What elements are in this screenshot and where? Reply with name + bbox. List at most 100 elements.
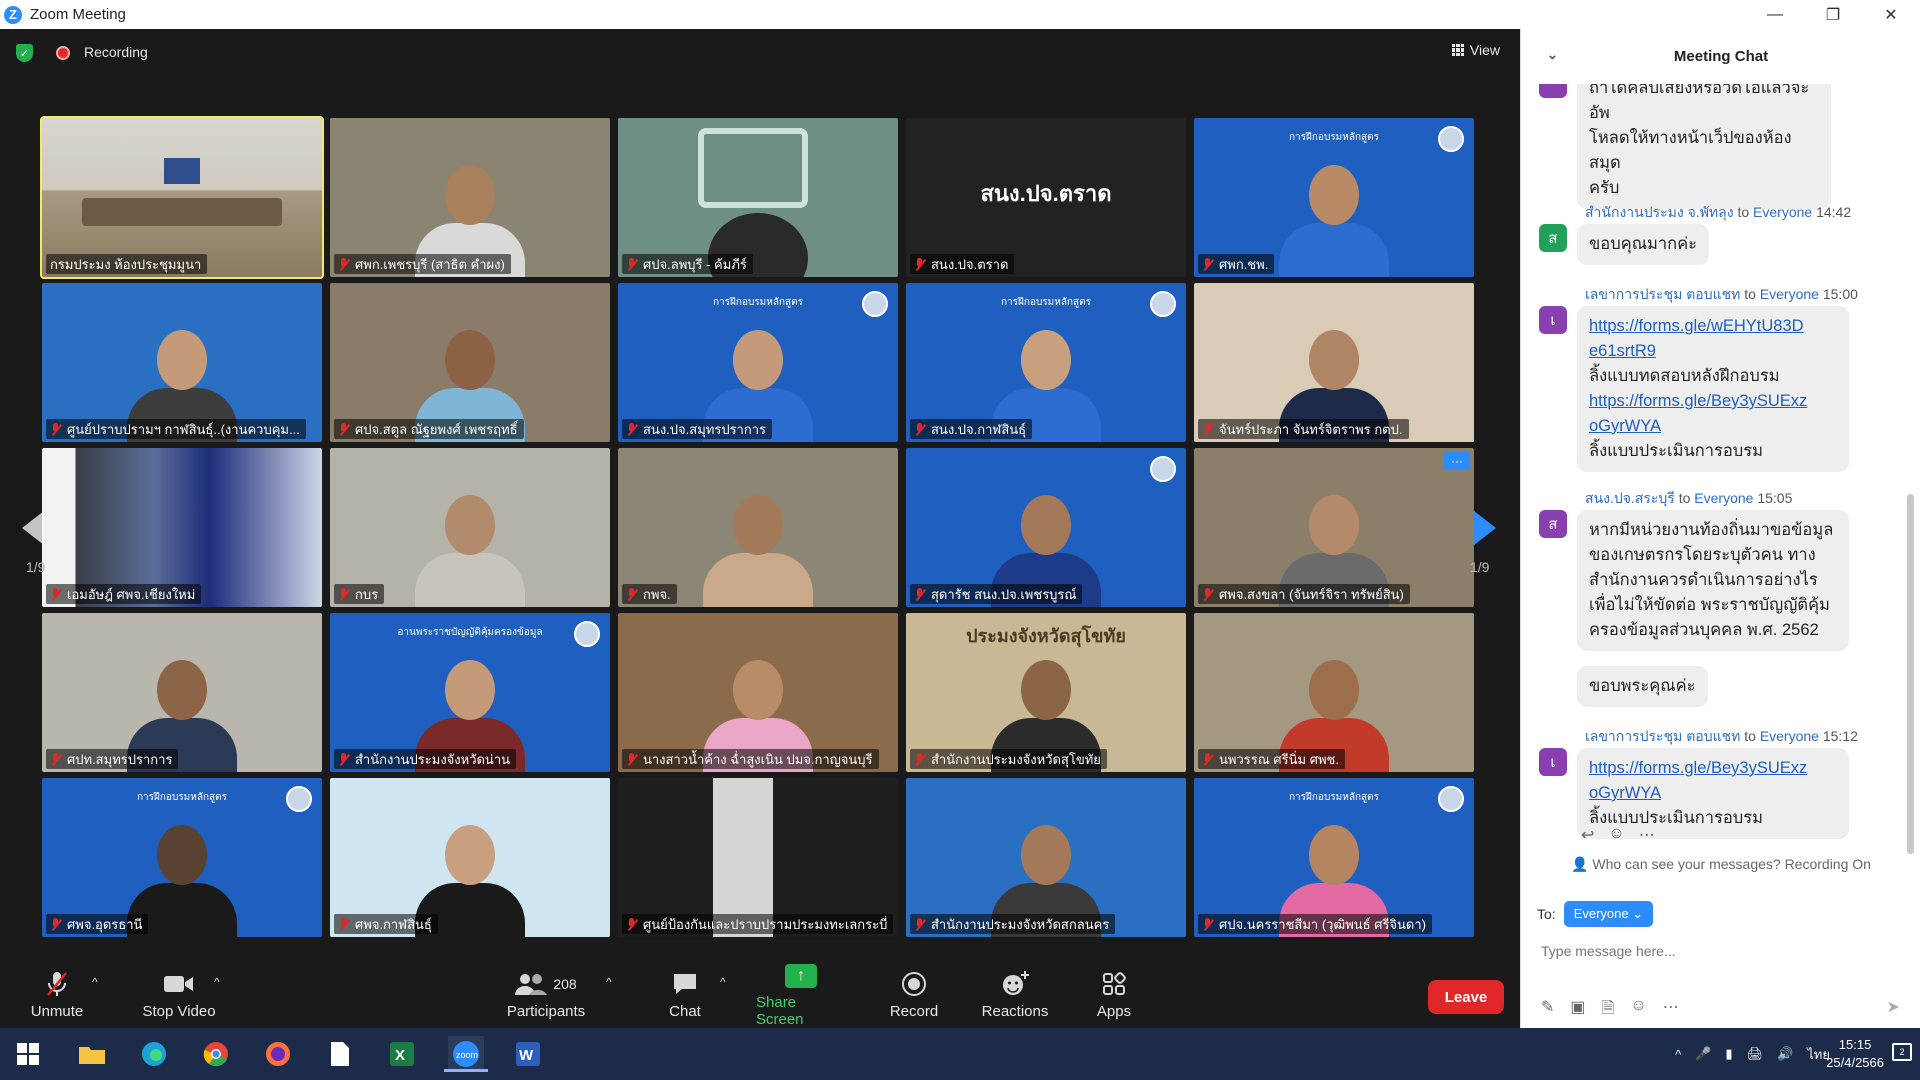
chat-messages[interactable]: ถ้าได้คลิปเสียงหรือวิดีโอแล้วจะอัพ โหลดใ… (1521, 84, 1920, 854)
participant-tile[interactable]: กพจ. (618, 448, 898, 607)
chat-button[interactable]: Chat (664, 961, 706, 1028)
video-options-caret-icon[interactable]: ^ (214, 975, 220, 989)
view-button[interactable]: View (1451, 42, 1500, 58)
microphone-tray-icon[interactable]: 🎤 (1695, 1046, 1711, 1062)
volume-icon[interactable]: 🔊 (1777, 1046, 1793, 1062)
participant-tile[interactable]: การฝึกอบรมหลักสูตร ศพก.ชพ. (1194, 118, 1474, 277)
participant-tile[interactable]: ศปท.สมุทรปราการ (42, 613, 322, 772)
collapse-chevron-icon[interactable]: ⌄ (1547, 47, 1558, 63)
participant-tile[interactable]: เอมอัษฎ์ ศพจ.เชียงใหม่ (42, 448, 322, 607)
participant-tile[interactable]: ··· ศพจ.สงขลา (จันทร์จิรา ทรัพย์สิน) (1194, 448, 1474, 607)
recipient-value: Everyone (1573, 906, 1629, 921)
recording-dot-icon (56, 46, 70, 60)
more-tools-icon[interactable]: ⋯ (1663, 997, 1679, 1024)
participant-tile[interactable]: ศพก.เพชรบุรี (สาธิต คำผง) (330, 118, 610, 277)
network-icon[interactable]: 🖨 (1747, 1046, 1764, 1062)
chat-scrollbar[interactable] (1907, 84, 1914, 854)
participant-tile[interactable]: ศพจ.กาฬสินธุ์ (330, 778, 610, 937)
participants-options-caret-icon[interactable]: ^ (606, 975, 612, 989)
file-attach-icon[interactable]: 🗎 (1602, 997, 1615, 1024)
more-options-icon[interactable]: ⋯ (1639, 825, 1655, 845)
muted-mic-icon (914, 752, 926, 766)
unmute-button[interactable]: Unmute (26, 961, 88, 1028)
document-app-icon[interactable] (322, 1036, 358, 1072)
security-shield-icon[interactable]: ✓ (16, 44, 33, 62)
record-button[interactable]: Record (888, 961, 940, 1028)
emblem-icon (1150, 456, 1176, 482)
battery-icon[interactable]: ▮ (1725, 1046, 1732, 1062)
apps-button[interactable]: Apps (1094, 961, 1134, 1028)
participant-tile[interactable]: กบร (330, 448, 610, 607)
recipient-dropdown[interactable]: Everyone ⌄ (1563, 901, 1654, 927)
form-link[interactable]: https://forms.gle/Bey3ySUExz (1589, 756, 1837, 781)
format-text-icon[interactable]: ✎ (1541, 997, 1554, 1024)
recipient-row: To: Everyone ⌄ (1537, 901, 1654, 927)
add-reaction-icon[interactable]: ☺ (1608, 825, 1624, 845)
participant-tile[interactable]: ศูนย์ปราบปรามฯ กาฬสินธุ์..(งานควบคุม... (42, 283, 322, 442)
tile-more-options-icon[interactable]: ··· (1444, 452, 1470, 470)
share-screen-label: Share Screen (756, 994, 804, 1028)
reactions-button[interactable]: Reactions (980, 961, 1050, 1028)
participant-name: ศพจ.อุดรธานี (67, 916, 143, 932)
participant-tile[interactable]: สุดารัช สนง.ปจ.เพชรบูรณ์ (906, 448, 1186, 607)
chat-options-caret-icon[interactable]: ^ (720, 975, 726, 989)
muted-mic-icon (1202, 422, 1214, 436)
participant-tile[interactable]: การฝึกอบรมหลักสูตร ศปจ.นครราชสีมา (วุฒิพน… (1194, 778, 1474, 937)
form-link[interactable]: oGyrWYA (1589, 781, 1837, 806)
participant-tile[interactable]: สนง.ปจ.ตราด สนง.ปจ.ตราด (906, 118, 1186, 277)
next-page-arrow-icon[interactable] (1474, 511, 1496, 545)
send-icon[interactable]: ➤ (1887, 997, 1900, 1017)
chrome-browser-icon[interactable] (198, 1036, 234, 1072)
chat-label: Chat (669, 1003, 701, 1020)
previous-page-arrow-icon[interactable] (22, 511, 44, 545)
participant-name-label: ศพจ.สงขลา (จันทร์จิรา ทรัพย์สิน) (1198, 584, 1410, 604)
chat-message-input[interactable] (1541, 931, 1901, 971)
screenshot-icon[interactable]: ▣ (1570, 997, 1585, 1024)
form-link[interactable]: e61srtR9 (1589, 339, 1837, 364)
windows-start-icon[interactable] (10, 1036, 46, 1072)
participant-tile[interactable]: นพวรรณ ศรีนิ่ม ศพช. (1194, 613, 1474, 772)
recording-label[interactable]: Recording (84, 44, 148, 60)
audio-options-caret-icon[interactable]: ^ (92, 975, 98, 989)
participants-button[interactable]: 208 Participants (506, 961, 586, 1028)
zoom-app-icon[interactable]: zoom (444, 1036, 488, 1072)
participant-tile[interactable]: กรมประมง ห้องประชุมมูนา (40, 116, 324, 279)
close-button[interactable]: ✕ (1862, 0, 1920, 29)
stop-video-button[interactable]: Stop Video (134, 961, 224, 1028)
message-visibility-note[interactable]: 👤 Who can see your messages? Recording O… (1521, 856, 1920, 873)
restore-button[interactable]: ❐ (1804, 0, 1862, 29)
form-link[interactable]: oGyrWYA (1589, 414, 1837, 439)
participant-tile[interactable]: ศูนย์ป้องกันและปราบปรามประมงทะเลกระบี่ (618, 778, 898, 937)
emoji-icon[interactable]: ☺ (1630, 997, 1646, 1024)
participant-tile[interactable]: การฝึกอบรมหลักสูตร สนง.ปจ.กาฬสินธุ์ (906, 283, 1186, 442)
participant-tile[interactable]: จันทร์ประภา จันทร์จิตราพร กตป. (1194, 283, 1474, 442)
message-line: ลิ้งแบบประเมินการอบรม (1589, 442, 1763, 460)
participant-tile[interactable]: การฝึกอบรมหลักสูตร ศพจ.อุดรธานี (42, 778, 322, 937)
participant-tile[interactable]: ศปจ.สตูล ณัฐยพงศ์ เพชรฤทธิ์ (330, 283, 610, 442)
firefox-browser-icon[interactable] (260, 1036, 296, 1072)
file-explorer-icon[interactable] (74, 1036, 110, 1072)
participant-tile[interactable]: อานพระราชบัญญัติคุ้มครองข้อมูล สำนักงานปร… (330, 613, 610, 772)
edge-browser-icon[interactable] (136, 1036, 172, 1072)
participant-name-label: ศพก.เพชรบุรี (สาธิต คำผง) (334, 254, 511, 274)
share-screen-button[interactable]: ↑ Share Screen (756, 961, 846, 1028)
reply-icon[interactable]: ↩ (1581, 825, 1594, 845)
form-link[interactable]: https://forms.gle/wEHYtU83D (1589, 314, 1837, 339)
notification-center-icon[interactable]: 2 (1892, 1043, 1912, 1061)
leave-button[interactable]: Leave (1428, 980, 1504, 1014)
word-app-icon[interactable]: W (510, 1036, 546, 1072)
scrollbar-thumb[interactable] (1907, 494, 1914, 854)
participant-tile[interactable]: สำนักงานประมงจังหวัดสกลนคร (906, 778, 1186, 937)
minimize-button[interactable]: — (1746, 0, 1804, 29)
participant-tile[interactable]: นางสาวน้ำค้าง ฉ่ำสูงเนิน ปมจ.กาญจนบุรี (618, 613, 898, 772)
form-link[interactable]: https://forms.gle/Bey3ySUExz (1589, 389, 1837, 414)
excel-app-icon[interactable]: X (384, 1036, 420, 1072)
participant-name-label: ศปจ.สตูล ณัฐยพงศ์ เพชรฤทธิ์ (334, 419, 524, 439)
participant-tile[interactable]: ประมงจังหวัดสุโขทัย สำนักงานประมงจังหวัดส… (906, 613, 1186, 772)
muted-mic-icon (914, 422, 926, 436)
participant-tile[interactable]: การฝึกอบรมหลักสูตร สนง.ปจ.สมุทรปราการ (618, 283, 898, 442)
show-hidden-icons-icon[interactable]: ^ (1675, 1047, 1681, 1062)
participant-name: ศูนย์ป้องกันและปราบปรามประมงทะเลกระบี่ (643, 916, 888, 932)
participant-tile[interactable]: ศปจ.ลพบุรี - ค้มภีร์ (618, 118, 898, 277)
taskbar-clock[interactable]: 15:15 25/4/2566 (1826, 1036, 1884, 1072)
